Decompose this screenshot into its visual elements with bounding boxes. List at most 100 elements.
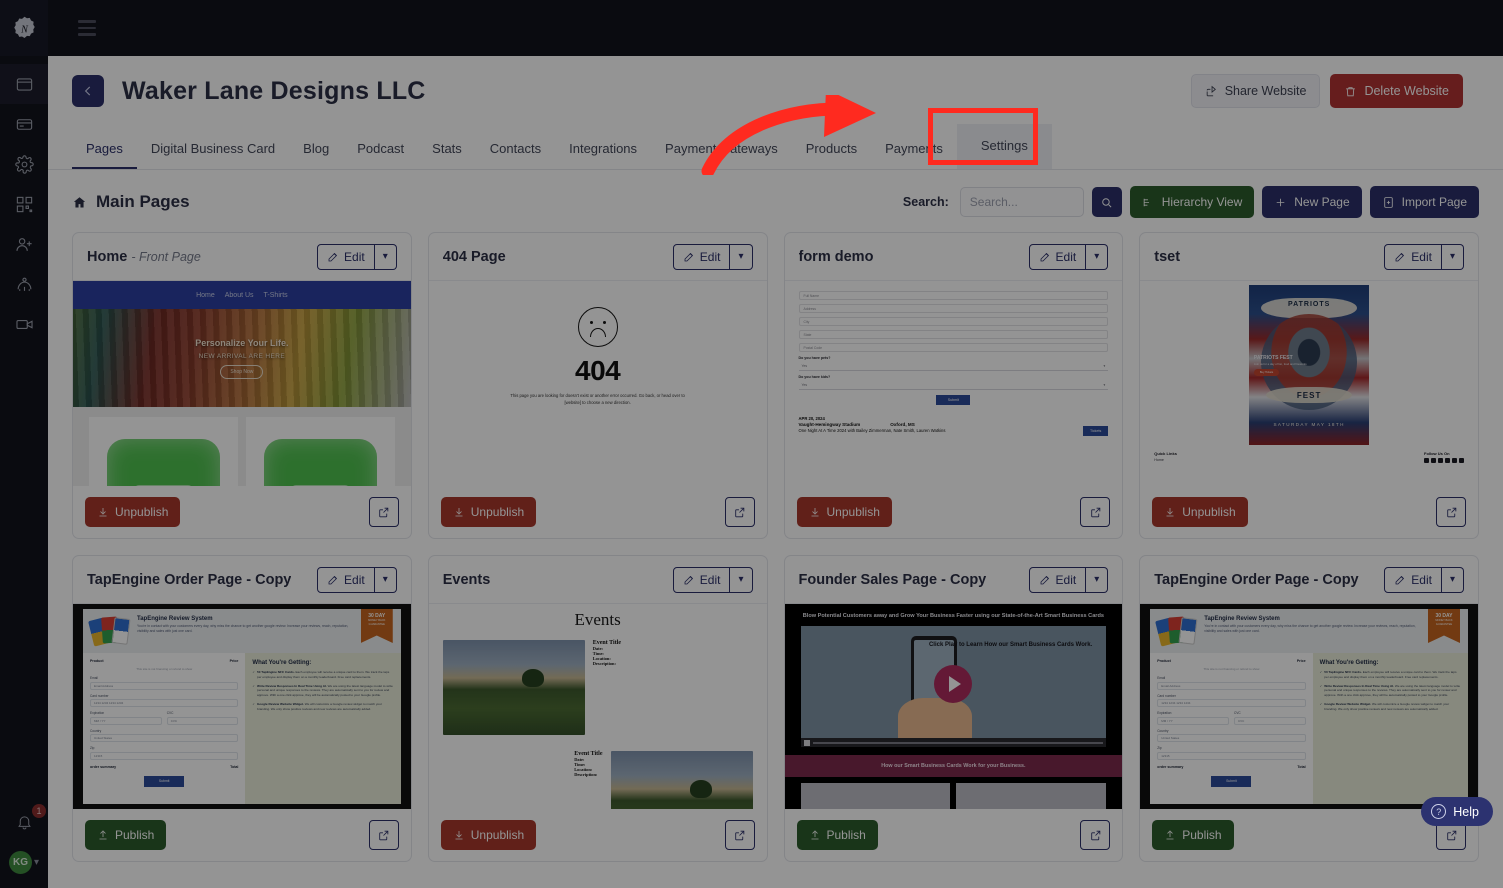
thumb-tap-benefit: ✓ 50 TapEngine NFC Cards. Each employee w…: [252, 670, 390, 679]
tab-payments[interactable]: Payments: [871, 130, 957, 169]
card-header-actions: Edit ▾: [672, 566, 753, 593]
edit-button[interactable]: Edit: [1384, 243, 1442, 270]
import-page-button[interactable]: Import Page: [1369, 186, 1479, 218]
edit-dropdown-button[interactable]: ▾: [1086, 566, 1109, 593]
edit-button[interactable]: Edit: [672, 566, 731, 593]
card-thumbnail[interactable]: PATRIOTS FEST SATURDAY MAY 18TH PATRIOTS…: [1140, 281, 1478, 486]
thumbnail-tapengine: TapEngine Review System You're in contac…: [1140, 604, 1478, 809]
tab-products[interactable]: Products: [792, 130, 871, 169]
unpublish-button[interactable]: Unpublish: [440, 820, 537, 850]
sidebar-item-add-user[interactable]: [0, 224, 48, 264]
delete-website-button[interactable]: Delete Website: [1330, 74, 1463, 108]
sidebar-item-network[interactable]: [0, 264, 48, 304]
thumb-poster: PATRIOTS FEST SATURDAY MAY 18TH PATRIOTS…: [1249, 285, 1370, 445]
edit-button[interactable]: Edit: [1028, 566, 1087, 593]
download-icon: [1166, 508, 1174, 517]
search-button[interactable]: [1091, 187, 1122, 217]
help-widget-button[interactable]: ? Help: [1421, 797, 1493, 826]
network-icon: [17, 277, 31, 291]
chevron-down-icon: ▾: [738, 251, 744, 262]
edit-dropdown-button[interactable]: ▾: [1086, 243, 1109, 270]
sidebar-item-settings[interactable]: [0, 144, 48, 184]
thumb-tap-product-label: Product: [90, 659, 104, 663]
notifications-button[interactable]: 1: [0, 801, 48, 843]
open-external-button[interactable]: [368, 820, 399, 850]
card-thumbnail[interactable]: TapEngine Review System You're in contac…: [1140, 604, 1478, 809]
tab-stats[interactable]: Stats: [418, 130, 476, 169]
tab-bar: Pages Digital Business Card Blog Podcast Sta…: [48, 124, 1503, 170]
open-external-button[interactable]: [1080, 820, 1111, 850]
unpublish-button[interactable]: Unpublish: [1152, 497, 1248, 527]
edit-button[interactable]: Edit: [317, 566, 375, 593]
edit-dropdown-button[interactable]: ▾: [730, 566, 753, 593]
thumb-events-heading: Events: [574, 610, 621, 629]
thumb-event-city: Oxford, MS: [890, 422, 915, 427]
share-website-button[interactable]: Share Website: [1190, 74, 1321, 108]
tab-contacts[interactable]: Contacts: [476, 130, 555, 169]
edit-button[interactable]: Edit: [317, 243, 375, 270]
card-thumbnail[interactable]: 404 This page you are looking for doesn'…: [428, 281, 767, 486]
unpublish-button[interactable]: Unpublish: [440, 497, 537, 527]
thumb-event-image: [610, 751, 753, 809]
new-page-button[interactable]: New Page: [1262, 186, 1362, 218]
open-external-button[interactable]: [1436, 497, 1466, 527]
thumb-tap-note: This site is not financing or refund to …: [136, 667, 193, 671]
unpublish-button[interactable]: Unpublish: [796, 497, 892, 527]
tab-blog[interactable]: Blog: [289, 130, 343, 169]
card-header: Founder Sales Page - Copy Edit ▾: [784, 556, 1123, 604]
sidebar-item-cards[interactable]: [0, 104, 48, 144]
download-icon: [455, 508, 463, 517]
hierarchy-view-button[interactable]: Hierarchy View: [1129, 186, 1255, 218]
tab-payment-gateways[interactable]: Payment Gateways: [651, 130, 792, 169]
thumb-tap-benefits: What You're Getting: ✓ 50 TapEngine NFC C…: [245, 653, 401, 804]
search-input[interactable]: [959, 187, 1084, 217]
app-logo[interactable]: N: [0, 0, 48, 56]
edit-dropdown-button[interactable]: ▾: [730, 243, 753, 270]
external-link-icon: [1446, 830, 1456, 840]
open-external-button[interactable]: [368, 497, 399, 527]
back-button[interactable]: [72, 75, 104, 107]
hamburger-menu-icon[interactable]: [78, 20, 96, 36]
thumb-tap-product-label: Product: [1157, 659, 1171, 663]
open-external-button[interactable]: [1080, 497, 1111, 527]
publish-button[interactable]: Publish: [1152, 820, 1234, 850]
thumb-social-icons: [1424, 458, 1464, 463]
tab-settings[interactable]: Settings: [956, 124, 1052, 169]
tab-pages[interactable]: Pages: [72, 130, 137, 169]
edit-dropdown-button[interactable]: ▾: [1441, 243, 1464, 270]
card-thumbnail[interactable]: TapEngine Review System You're in contac…: [73, 604, 411, 809]
page-card: TapEngine Order Page - Copy Edit ▾ TapEn…: [72, 555, 412, 862]
open-external-button[interactable]: [724, 497, 755, 527]
edit-icon: [1040, 252, 1049, 261]
thumb-form-field: Address: [798, 304, 1109, 313]
tab-podcast[interactable]: Podcast: [343, 130, 418, 169]
card-thumbnail[interactable]: Events Event Title Date: Time: Location: De…: [428, 604, 767, 809]
pages-toolbar: Search: Hierarchy View New Page Import P…: [903, 186, 1479, 218]
thumb-link: Home: [1154, 458, 1164, 462]
tab-integrations[interactable]: Integrations: [555, 130, 651, 169]
new-page-label: New Page: [1294, 195, 1350, 209]
publish-button[interactable]: Publish: [85, 820, 167, 850]
edit-dropdown-button[interactable]: ▾: [374, 243, 397, 270]
edit-button[interactable]: Edit: [1384, 566, 1442, 593]
card-title-text: Founder Sales Page - Copy: [798, 571, 987, 588]
tab-digital-business-card[interactable]: Digital Business Card: [137, 130, 289, 169]
unpublish-button[interactable]: Unpublish: [85, 497, 181, 527]
thumb-poster-bottom: FEST: [1296, 391, 1322, 401]
user-menu[interactable]: KG ▾: [8, 851, 39, 874]
sidebar-item-video[interactable]: [0, 304, 48, 344]
edit-dropdown-button[interactable]: ▾: [374, 566, 397, 593]
edit-button[interactable]: Edit: [1028, 243, 1087, 270]
card-thumbnail[interactable]: Full Name Address City State Postal Code Do …: [784, 281, 1123, 486]
edit-button[interactable]: Edit: [672, 243, 731, 270]
thumb-overlay-cta: Buy Tickets: [1253, 369, 1280, 377]
publish-button[interactable]: Publish: [796, 820, 878, 850]
card-thumbnail[interactable]: Home About Us T-Shirts Personalize Your Li…: [73, 281, 411, 486]
open-external-button[interactable]: [724, 820, 755, 850]
card-thumbnail[interactable]: Blow Potential Customers away and Grow Y…: [784, 604, 1123, 809]
edit-dropdown-button[interactable]: ▾: [1441, 566, 1464, 593]
sidebar-item-websites[interactable]: [0, 64, 48, 104]
sidebar-item-qr-codes[interactable]: [0, 184, 48, 224]
card-header: TapEngine Order Page - Copy Edit ▾: [73, 556, 411, 604]
thumb-tap-form: Product Price This site is not financing …: [1150, 653, 1312, 804]
